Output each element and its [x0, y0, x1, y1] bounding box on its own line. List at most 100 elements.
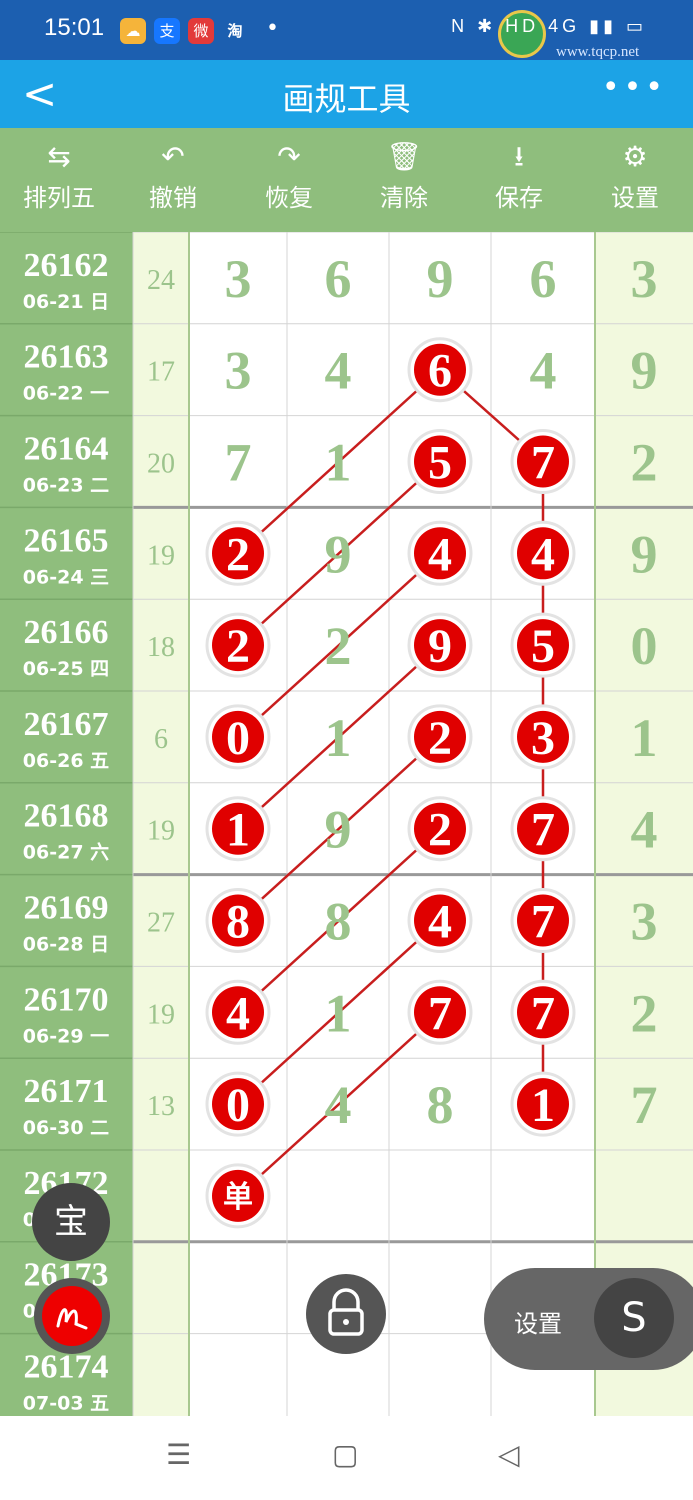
- sum-value: 18: [147, 632, 175, 663]
- ball-number: 0: [226, 712, 250, 765]
- issue-date: 06-27 六: [23, 841, 109, 864]
- menu-icon[interactable]: ☰: [166, 1438, 191, 1471]
- undo-button[interactable]: ↶ 撤销: [118, 140, 228, 213]
- draw-button[interactable]: [34, 1278, 110, 1354]
- download-icon: ⭳: [514, 140, 524, 173]
- issue-date: 07-03 五: [23, 1393, 109, 1415]
- digit-cell: 1: [631, 708, 658, 768]
- ball-number: 9: [428, 620, 452, 673]
- home-icon[interactable]: ▢: [332, 1438, 358, 1471]
- digit-cell: 2: [631, 433, 658, 493]
- ball-number: 8: [226, 896, 250, 949]
- ball-number: 4: [531, 528, 555, 581]
- digit-cell: 6: [530, 249, 557, 309]
- digit-cell: 3: [631, 249, 658, 309]
- sum-value: 19: [147, 999, 175, 1030]
- digit-cell: 2: [325, 616, 352, 676]
- digit-cell: 1: [325, 708, 352, 768]
- nav-back-icon[interactable]: ◁: [498, 1438, 520, 1471]
- digit-cell: 4: [631, 800, 658, 860]
- clear-label: 清除: [380, 184, 428, 212]
- ball-number: 7: [428, 987, 452, 1040]
- lock-button[interactable]: [306, 1274, 386, 1354]
- save-button[interactable]: ⭳ 保存: [464, 140, 574, 213]
- ball-number: 1: [226, 804, 250, 857]
- digit-cell: 0: [631, 616, 658, 676]
- sum-value: 17: [147, 357, 175, 388]
- s-icon[interactable]: S: [594, 1278, 674, 1358]
- sum-value: 6: [154, 724, 168, 755]
- page-title: 画规工具: [282, 80, 411, 118]
- digit-cell: 9: [325, 800, 352, 860]
- ball-number: 2: [428, 804, 452, 857]
- pen-icon: [42, 1286, 102, 1346]
- settings-label: 设置: [611, 184, 659, 212]
- issue-number: 26164: [24, 431, 109, 468]
- watermark-text: www.tqcp.net: [556, 44, 640, 60]
- digit-cell: 3: [631, 892, 658, 952]
- digit-cell: 9: [631, 341, 658, 401]
- ball-number: 2: [428, 712, 452, 765]
- issue-number: 26174: [24, 1349, 109, 1386]
- status-icons: N ✱ HD 4G ▮▮ ▭: [451, 16, 647, 36]
- undo-icon: ↶: [161, 140, 185, 173]
- save-label: 保存: [495, 184, 543, 212]
- issue-date: 06-29 一: [23, 1025, 109, 1047]
- issue-number: 26171: [24, 1073, 109, 1110]
- bao-button[interactable]: 宝: [32, 1183, 110, 1261]
- settings-button[interactable]: ⚙ 设置: [580, 140, 690, 213]
- issue-date: 06-21 日: [23, 291, 109, 313]
- ball-number: 1: [531, 1079, 555, 1132]
- ball-number: 4: [428, 896, 452, 949]
- sum-value: 19: [147, 816, 175, 847]
- issue-number: 26163: [24, 339, 109, 376]
- issue-date: 06-23 二: [23, 475, 109, 497]
- status-bar: 15:01 ☁ 支 微 淘 • N ✱ HD 4G ▮▮ ▭ www.tqcp.…: [0, 0, 693, 60]
- digit-cell: 1: [325, 983, 352, 1043]
- sum-value: 13: [147, 1091, 175, 1122]
- ball-number: 0: [226, 1079, 250, 1132]
- digit-cell: 1: [325, 433, 352, 493]
- ball-number: 单: [223, 1181, 253, 1214]
- digit-cell: 7: [225, 433, 252, 493]
- issue-date: 06-26 五: [23, 750, 109, 772]
- redo-icon: ↷: [277, 140, 301, 173]
- issue-date: 06-25 四: [23, 658, 109, 680]
- clear-button[interactable]: 🗑 清除: [349, 140, 459, 213]
- digit-cell: 9: [325, 524, 352, 584]
- settings-pill[interactable]: 设置 S: [484, 1268, 693, 1370]
- ball-number: 2: [226, 620, 250, 673]
- gear-icon: ⚙: [622, 140, 648, 173]
- undo-label: 撤销: [149, 184, 197, 212]
- digit-cell: 9: [427, 249, 454, 309]
- digit-cell: 4: [325, 1075, 352, 1135]
- ball-number: 2: [226, 528, 250, 581]
- issue-number: 26168: [24, 798, 109, 835]
- digit-cell: 4: [325, 341, 352, 401]
- digit-cell: 7: [631, 1075, 658, 1135]
- status-time: 15:01: [44, 14, 105, 41]
- weather-app-icon: ☁: [120, 18, 146, 44]
- issue-date: 06-24 三: [23, 566, 109, 588]
- digit-cell: 2: [631, 983, 658, 1043]
- ball-number: 4: [226, 987, 250, 1040]
- redo-label: 恢复: [265, 184, 313, 212]
- more-icon[interactable]: •••: [602, 70, 667, 105]
- issue-number: 26162: [24, 247, 109, 284]
- ball-number: 4: [428, 528, 452, 581]
- digit-cell: 9: [631, 524, 658, 584]
- system-nav-bar: ☰ ▢ ◁: [0, 1416, 693, 1500]
- sum-value: 20: [147, 449, 175, 480]
- ball-number: 5: [531, 620, 555, 673]
- settings-pill-label: 设置: [514, 1310, 562, 1338]
- issue-date: 06-30 二: [23, 1117, 109, 1139]
- issue-date: 06-28 日: [23, 934, 109, 956]
- digit-cell: 8: [325, 892, 352, 952]
- trash-icon: 🗑: [386, 140, 422, 173]
- ball-number: 5: [428, 437, 452, 490]
- issue-number: 26169: [24, 890, 109, 927]
- toolbar: ⇆ 排列五 ↶ 撤销 ↷ 恢复 🗑 清除 ⭳ 保存 ⚙ 设置: [0, 128, 693, 232]
- toolbar-type-button[interactable]: ⇆ 排列五: [4, 140, 114, 213]
- redo-button[interactable]: ↷ 恢复: [234, 140, 344, 213]
- ball-number: 7: [531, 987, 555, 1040]
